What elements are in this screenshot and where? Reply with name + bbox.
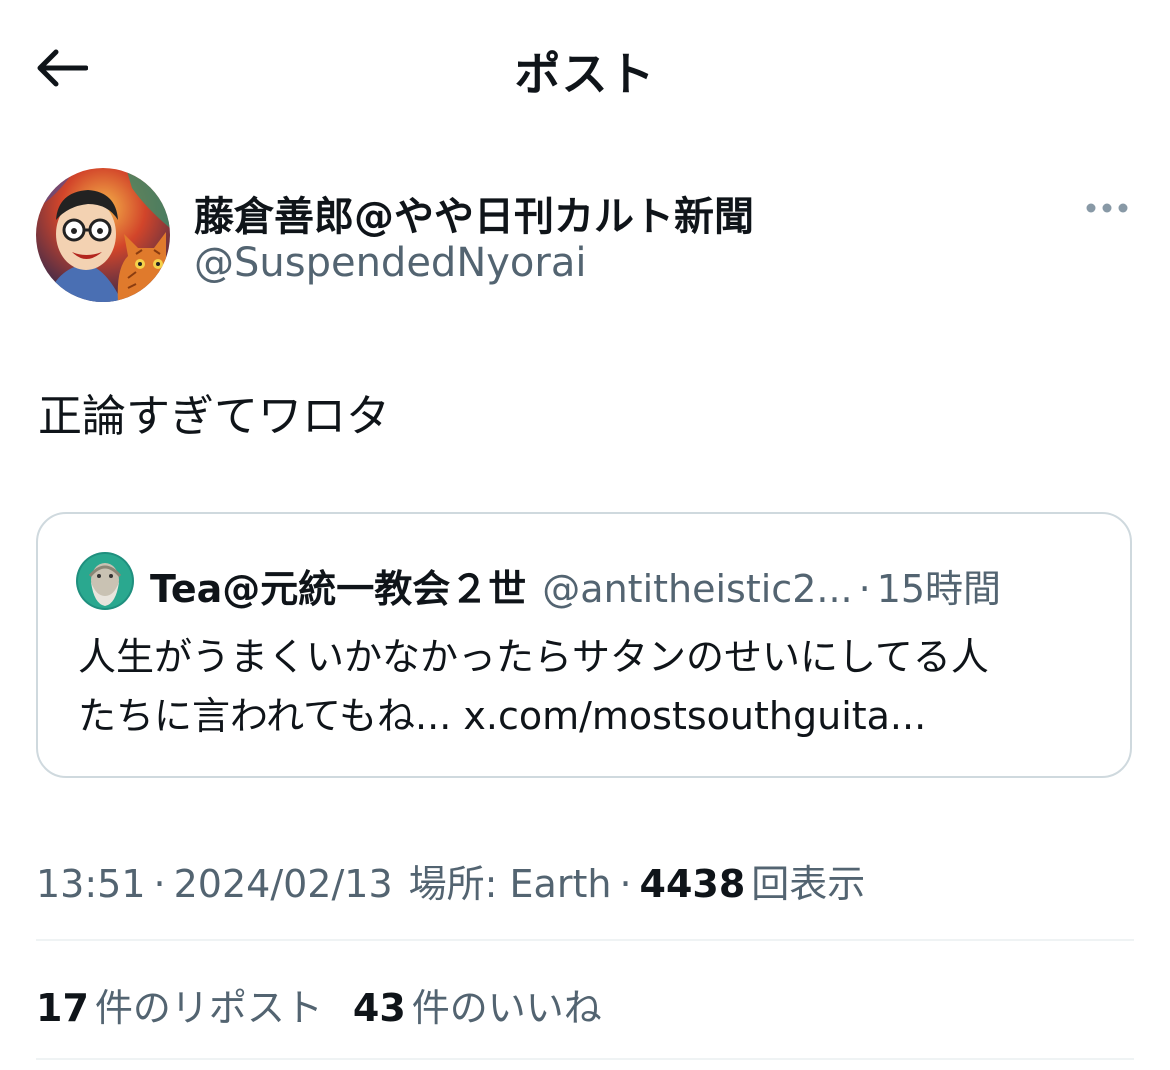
more-options-button[interactable] — [1078, 188, 1136, 228]
post-text: 正論すぎてワロタ — [38, 391, 390, 442]
quoted-post-time: 15時間 — [876, 567, 1002, 611]
likes-count: 43 — [352, 986, 406, 1030]
quoted-separator: · — [858, 567, 871, 611]
meta-separator-1: · — [153, 862, 166, 906]
likes-stat[interactable]: 43 件のいいね — [353, 977, 602, 1032]
top-bar: ポスト — [0, 0, 1170, 135]
quoted-author-name: Tea@元統一教会２世 — [150, 567, 527, 611]
engagement-stats: 17 件のリポスト 43 件のいいね — [36, 977, 632, 1032]
reposts-count: 17 — [36, 986, 89, 1030]
reposts-label: 件のリポスト — [94, 986, 323, 1030]
avatar-illustration — [36, 168, 170, 302]
quoted-post-header: Tea@元統一教会２世 @antitheistic2... · 15時間 — [150, 558, 1001, 613]
views-count: 4438 — [639, 862, 746, 906]
views-label: 回表示 — [751, 862, 866, 906]
likes-label: 件のいいね — [411, 986, 602, 1030]
quoted-text-line-2: たちに言われてもね... x.com/mostsouthguita... — [78, 694, 927, 738]
author-handle[interactable]: @SuspendedNyorai — [194, 240, 586, 286]
meta-separator-2: · — [619, 862, 632, 906]
quoted-author-avatar — [76, 552, 134, 610]
quoted-author-handle: @antitheistic2... — [542, 567, 853, 611]
post-meta: 13:51 · 2024/02/13 場所: Earth · 4438 回表示 — [36, 853, 865, 908]
quoted-post-card[interactable]: Tea@元統一教会２世 @antitheistic2... · 15時間 人生が… — [36, 512, 1132, 778]
post-location: 場所: Earth — [408, 862, 612, 906]
divider-top — [36, 939, 1134, 941]
quoted-post-text: 人生がうまくいかなかったらサタンのせいにしてる人 たちに言われてもね... x.… — [78, 628, 1108, 746]
divider-bottom — [36, 1058, 1134, 1060]
quoted-text-line-1: 人生がうまくいかなかったらサタンのせいにしてる人 — [78, 635, 989, 679]
post-date[interactable]: 2024/02/13 — [174, 862, 393, 906]
reposts-stat[interactable]: 17 件のリポスト — [36, 977, 323, 1032]
more-horizontal-icon — [1086, 203, 1128, 213]
quoted-avatar-illustration — [76, 552, 134, 610]
post-time[interactable]: 13:51 — [36, 862, 146, 906]
author-display-name[interactable]: 藤倉善郎@やや日刊カルト新聞 — [194, 184, 754, 242]
author-avatar[interactable] — [36, 168, 170, 302]
page-title: ポスト — [514, 47, 656, 101]
